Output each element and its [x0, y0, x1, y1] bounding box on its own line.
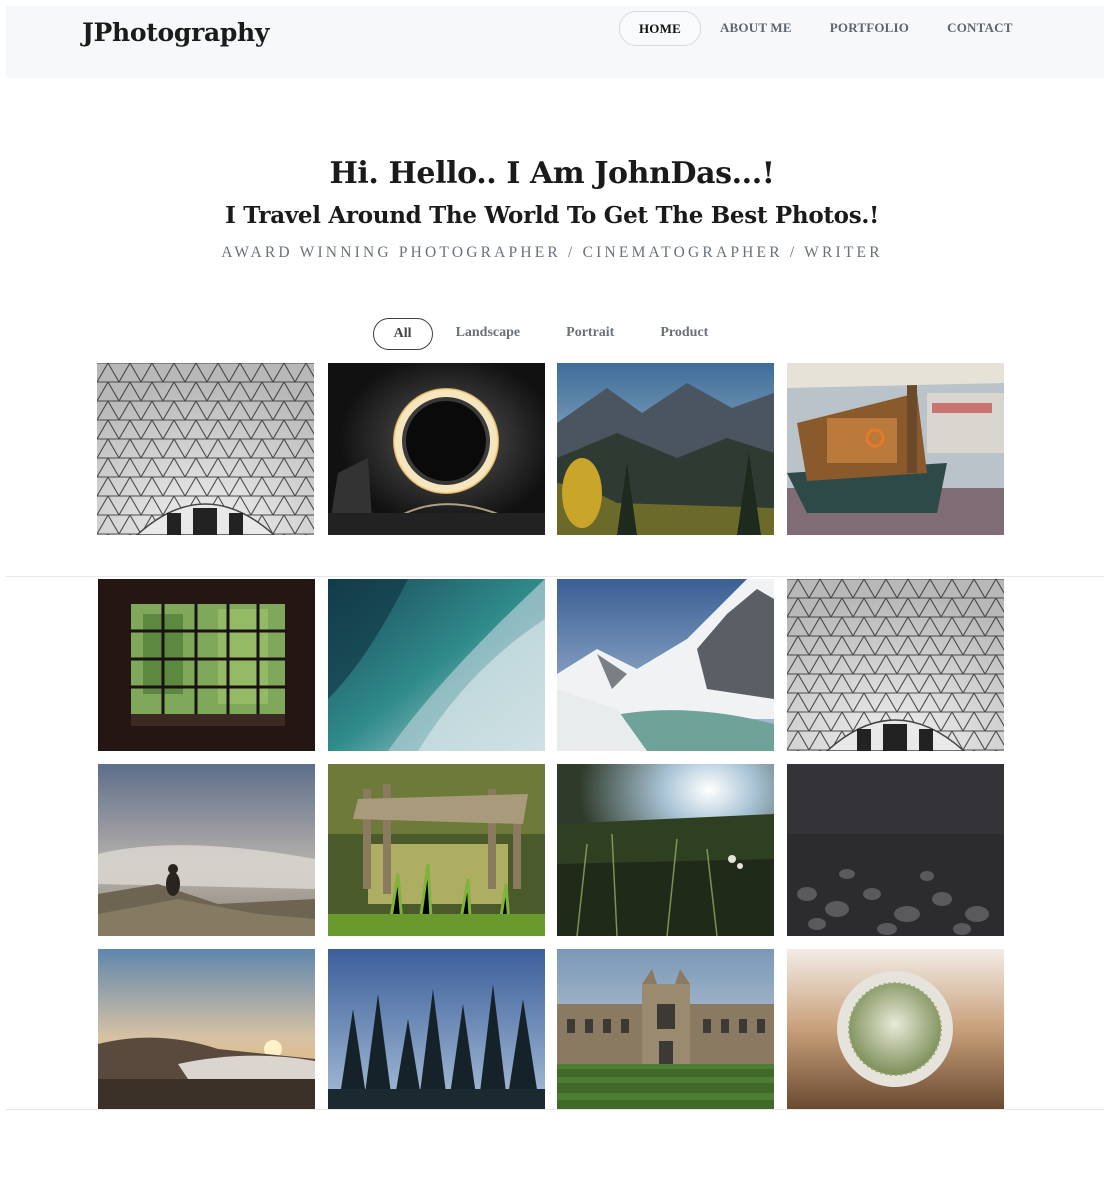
hero-tagline: AWARD WINNING PHOTOGRAPHER / CINEMATOGRA… — [221, 244, 883, 261]
navbar: JPhotography HOME ABOUT ME PORTFOLIO CON… — [6, 6, 1104, 78]
ocean-wave-photo[interactable] — [328, 579, 545, 751]
main-nav: HOME ABOUT ME PORTFOLIO CONTACT — [619, 10, 1032, 46]
college-building-photo[interactable] — [557, 949, 774, 1109]
nav-about-me[interactable]: ABOUT ME — [701, 11, 811, 45]
harbor-boats-photo[interactable] — [787, 363, 1004, 535]
pine-forest-photo[interactable] — [328, 949, 545, 1109]
brand-logo[interactable]: JPhotography — [82, 18, 269, 47]
nav-home[interactable]: HOME — [619, 10, 701, 46]
filter-all[interactable]: All — [372, 318, 433, 350]
hero-title: Hi. Hello.. I Am JohnDas...! — [329, 156, 775, 191]
portfolio-filters: All Landscape Portrait Product — [0, 318, 1104, 350]
filter-landscape[interactable]: Landscape — [433, 318, 544, 350]
mountain-valley-photo[interactable] — [557, 363, 774, 535]
nav-portfolio[interactable]: PORTFOLIO — [811, 11, 928, 45]
hero-subtitle: I Travel Around The World To Get The Bes… — [225, 202, 879, 229]
glass-dome-roof-photo[interactable] — [97, 363, 314, 535]
meadow-sunlight-photo[interactable] — [557, 764, 774, 936]
snowy-mountain-lake-photo[interactable] — [557, 579, 774, 751]
filter-portrait[interactable]: Portrait — [543, 318, 637, 350]
glass-dome-roof-photo[interactable] — [787, 579, 1004, 751]
sunrise-clouds-photo[interactable] — [98, 949, 315, 1109]
nav-contact[interactable]: CONTACT — [928, 11, 1031, 45]
forest-window-photo[interactable] — [98, 579, 315, 751]
cactus-pot-photo[interactable] — [787, 949, 1004, 1109]
filter-product[interactable]: Product — [637, 318, 731, 350]
wooden-pier-pond-photo[interactable] — [328, 764, 545, 936]
section-divider — [6, 576, 1104, 577]
hiker-misty-cliff-photo[interactable] — [98, 764, 315, 936]
dark-pebbles-photo[interactable] — [787, 764, 1004, 936]
steel-wool-fire-ring-photo[interactable] — [328, 363, 545, 535]
section-divider — [6, 1109, 1104, 1110]
